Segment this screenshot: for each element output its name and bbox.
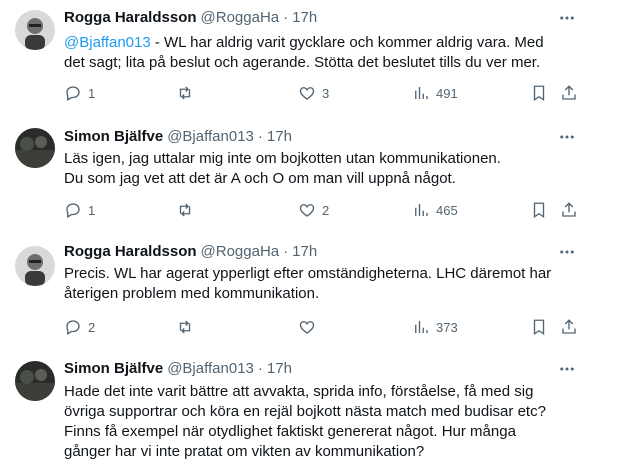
more-options-icon[interactable] (557, 359, 577, 379)
share-icon (560, 318, 578, 336)
avatar[interactable] (15, 361, 55, 401)
reply-count: 1 (88, 86, 95, 101)
tweet-text-line: Du som jag vet att det är A och O om man… (64, 169, 584, 189)
views-count: 465 (436, 203, 458, 218)
avatar[interactable] (15, 128, 55, 168)
timestamp[interactable]: 17h (267, 360, 292, 377)
like-count: 2 (322, 203, 329, 218)
tweet-text: Läs igen, jag uttalar mig inte om bojkot… (64, 149, 584, 189)
views-button[interactable]: 373 (412, 317, 458, 337)
reply-icon (64, 84, 82, 102)
heart-icon (298, 318, 316, 336)
tweet[interactable]: Rogga Haraldsson @RoggaHa · 17h Precis. … (0, 236, 621, 354)
reply-count: 1 (88, 203, 95, 218)
tweet-text-line: övriga supportrar och köra en rejäl bojk… (64, 402, 584, 422)
bookmark-icon (530, 318, 548, 336)
more-options-icon[interactable] (557, 8, 577, 28)
retweet-button[interactable] (176, 83, 194, 103)
share-icon (560, 84, 578, 102)
user-handle[interactable]: @Bjaffan013 (167, 360, 254, 377)
tweet-text-line: Läs igen, jag uttalar mig inte om bojkot… (64, 149, 584, 169)
like-button[interactable] (298, 317, 316, 337)
retweet-icon (176, 201, 194, 219)
mention-link[interactable]: @Bjaffan013 (64, 34, 151, 51)
tweet-text-line: gånger har vi inte pratat om vikten av k… (64, 442, 584, 462)
timestamp[interactable]: 17h (292, 9, 317, 26)
reply-icon (64, 318, 82, 336)
retweet-icon (176, 84, 194, 102)
tweet-text: @Bjaffan013 - WL har aldrig varit gyckla… (64, 33, 584, 73)
reply-count: 2 (88, 320, 95, 335)
user-handle[interactable]: @RoggaHa (201, 9, 280, 26)
views-button[interactable]: 491 (412, 83, 458, 103)
bookmark-icon (530, 201, 548, 219)
display-name[interactable]: Rogga Haraldsson (64, 243, 197, 260)
avatar[interactable] (15, 246, 55, 286)
views-count: 373 (436, 320, 458, 335)
views-count: 491 (436, 86, 458, 101)
tweet-text-line: Precis. WL har agerat ypperligt efter om… (64, 264, 584, 284)
share-button[interactable] (560, 83, 578, 103)
reply-icon (64, 201, 82, 219)
reply-button[interactable]: 1 (64, 200, 95, 220)
avatar[interactable] (15, 10, 55, 50)
bookmark-button[interactable] (530, 317, 548, 337)
tweet-actions: 1 2 465 (64, 200, 584, 220)
bookmark-button[interactable] (530, 83, 548, 103)
retweet-button[interactable] (176, 200, 194, 220)
more-options-icon[interactable] (557, 127, 577, 147)
separator: · (258, 128, 263, 145)
tweet-actions: 2 373 (64, 317, 584, 337)
separator: · (258, 360, 263, 377)
user-handle[interactable]: @Bjaffan013 (167, 128, 254, 145)
like-button[interactable]: 2 (298, 200, 329, 220)
views-button[interactable]: 465 (412, 200, 458, 220)
tweet-header: Simon Bjälfve @Bjaffan013 · 17h (64, 126, 292, 146)
user-handle[interactable]: @RoggaHa (201, 243, 280, 260)
tweet[interactable]: Simon Bjälfve @Bjaffan013 · 17h Läs igen… (0, 118, 621, 236)
retweet-icon (176, 318, 194, 336)
tweet-header: Rogga Haraldsson @RoggaHa · 17h (64, 7, 317, 27)
tweet-text: Hade det inte varit bättre att avvakta, … (64, 382, 584, 462)
separator: · (283, 9, 288, 26)
heart-icon (298, 84, 316, 102)
views-icon (412, 318, 430, 336)
tweet[interactable]: Simon Bjälfve @Bjaffan013 · 17h Hade det… (0, 354, 621, 466)
tweet-text-line: det sagt; lita på beslut och agerande. S… (64, 53, 584, 73)
share-button[interactable] (560, 200, 578, 220)
display-name[interactable]: Rogga Haraldsson (64, 9, 197, 26)
tweet-text-line: återigen problem med kommunikation. (64, 284, 584, 304)
tweet-header: Simon Bjälfve @Bjaffan013 · 17h (64, 358, 292, 378)
heart-icon (298, 201, 316, 219)
tweet-text-line: Hade det inte varit bättre att avvakta, … (64, 382, 584, 402)
reply-button[interactable]: 1 (64, 83, 95, 103)
display-name[interactable]: Simon Bjälfve (64, 360, 163, 377)
share-button[interactable] (560, 317, 578, 337)
separator: · (283, 243, 288, 260)
views-icon (412, 84, 430, 102)
bookmark-button[interactable] (530, 200, 548, 220)
timestamp[interactable]: 17h (292, 243, 317, 260)
views-icon (412, 201, 430, 219)
share-icon (560, 201, 578, 219)
tweet-text-fragment: - WL har aldrig varit gycklare och komme… (151, 34, 544, 51)
tweet-text-line: @Bjaffan013 - WL har aldrig varit gyckla… (64, 33, 584, 53)
timestamp[interactable]: 17h (267, 128, 292, 145)
like-button[interactable]: 3 (298, 83, 329, 103)
display-name[interactable]: Simon Bjälfve (64, 128, 163, 145)
tweet-header: Rogga Haraldsson @RoggaHa · 17h (64, 241, 317, 261)
bookmark-icon (530, 84, 548, 102)
tweet-actions: 1 3 491 (64, 83, 584, 103)
tweet-text: Precis. WL har agerat ypperligt efter om… (64, 264, 584, 304)
retweet-button[interactable] (176, 317, 194, 337)
tweet[interactable]: .t1::before{top:52px;height:70px;} Rogga… (0, 0, 621, 118)
more-options-icon[interactable] (557, 242, 577, 262)
like-count: 3 (322, 86, 329, 101)
tweet-text-line: Finns få exempel när otydlighet faktiskt… (64, 422, 584, 442)
reply-button[interactable]: 2 (64, 317, 95, 337)
